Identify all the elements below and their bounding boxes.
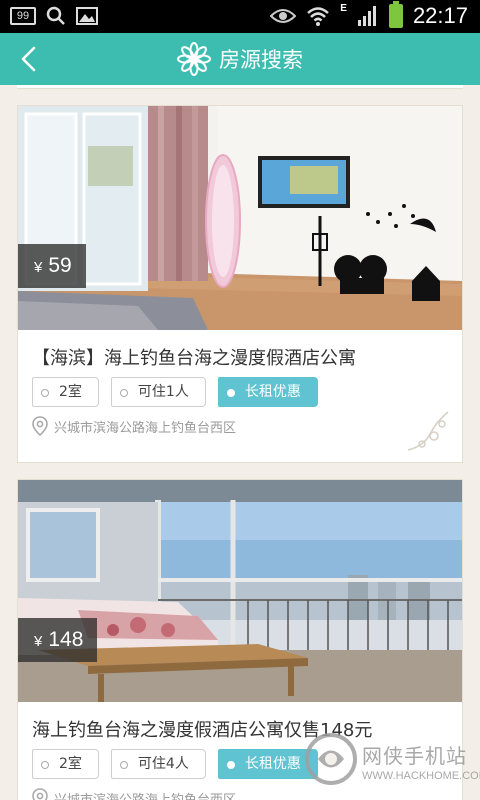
battery-icon [388,1,403,28]
tag-capacity: 可住4人 [110,749,206,779]
room-photo-image [18,480,462,702]
ornament-icon [407,411,449,451]
tag-long-stay-discount: 长租优惠 [217,749,318,779]
watermark-name: 网侠手机站 [362,744,467,768]
location-pin-icon [32,416,48,436]
previous-card-edge [17,85,463,89]
page-title: 房源搜索 [219,48,303,72]
clock: 22:17 [412,3,468,28]
tag-list: 2室 可住1人 长租优惠 [32,377,318,407]
search-icon [46,6,65,25]
tag-rooms: 2室 [32,749,99,779]
currency-symbol: ¥ [34,259,43,276]
address-text: 兴城市滨海公路海上钓鱼台西区 [54,420,237,436]
listing-address: 兴城市滨海公路海上钓鱼台西区 [32,788,236,800]
status-bar: 99 E 22:17 [0,0,480,33]
listing-photo[interactable] [18,480,462,702]
network-type-label: E [340,2,347,14]
listing-card[interactable]: ¥59 【海滨】海上钓鱼台海之漫度假酒店公寓 2室 可住1人 长租优惠 兴城市滨… [17,105,463,463]
signal-icon [357,6,376,26]
price-value: 59 [48,254,72,277]
listing-address: 兴城市滨海公路海上钓鱼台西区 [32,416,236,436]
listing-list[interactable]: ¥59 【海滨】海上钓鱼台海之漫度假酒店公寓 2室 可住1人 长租优惠 兴城市滨… [0,85,480,800]
watermark-logo-icon [305,733,357,785]
location-pin-icon [32,788,48,800]
notification-count-badge: 99 [10,7,36,25]
price-badge: ¥148 [18,618,98,662]
gallery-icon [76,7,98,25]
app-header: 房源搜索 [0,33,480,85]
site-watermark: 网侠手机站 WWW.HACKHOME.COM [304,726,480,796]
watermark-url: WWW.HACKHOME.COM [362,770,480,782]
tag-rooms: 2室 [32,377,99,407]
address-text: 兴城市滨海公路海上钓鱼台西区 [54,792,237,800]
eye-icon [270,9,297,23]
listing-title[interactable]: 【海滨】海上钓鱼台海之漫度假酒店公寓 [32,344,356,370]
room-photo-image [18,106,462,330]
flower-logo-icon [177,42,211,76]
price-badge: ¥59 [18,244,86,288]
tag-capacity: 可住1人 [110,377,206,407]
price-value: 148 [48,628,84,651]
currency-symbol: ¥ [34,633,43,650]
listing-photo[interactable] [18,106,462,330]
tag-list: 2室 可住4人 长租优惠 [32,749,318,779]
wifi-icon [307,7,330,26]
tag-long-stay-discount: 长租优惠 [217,377,318,407]
